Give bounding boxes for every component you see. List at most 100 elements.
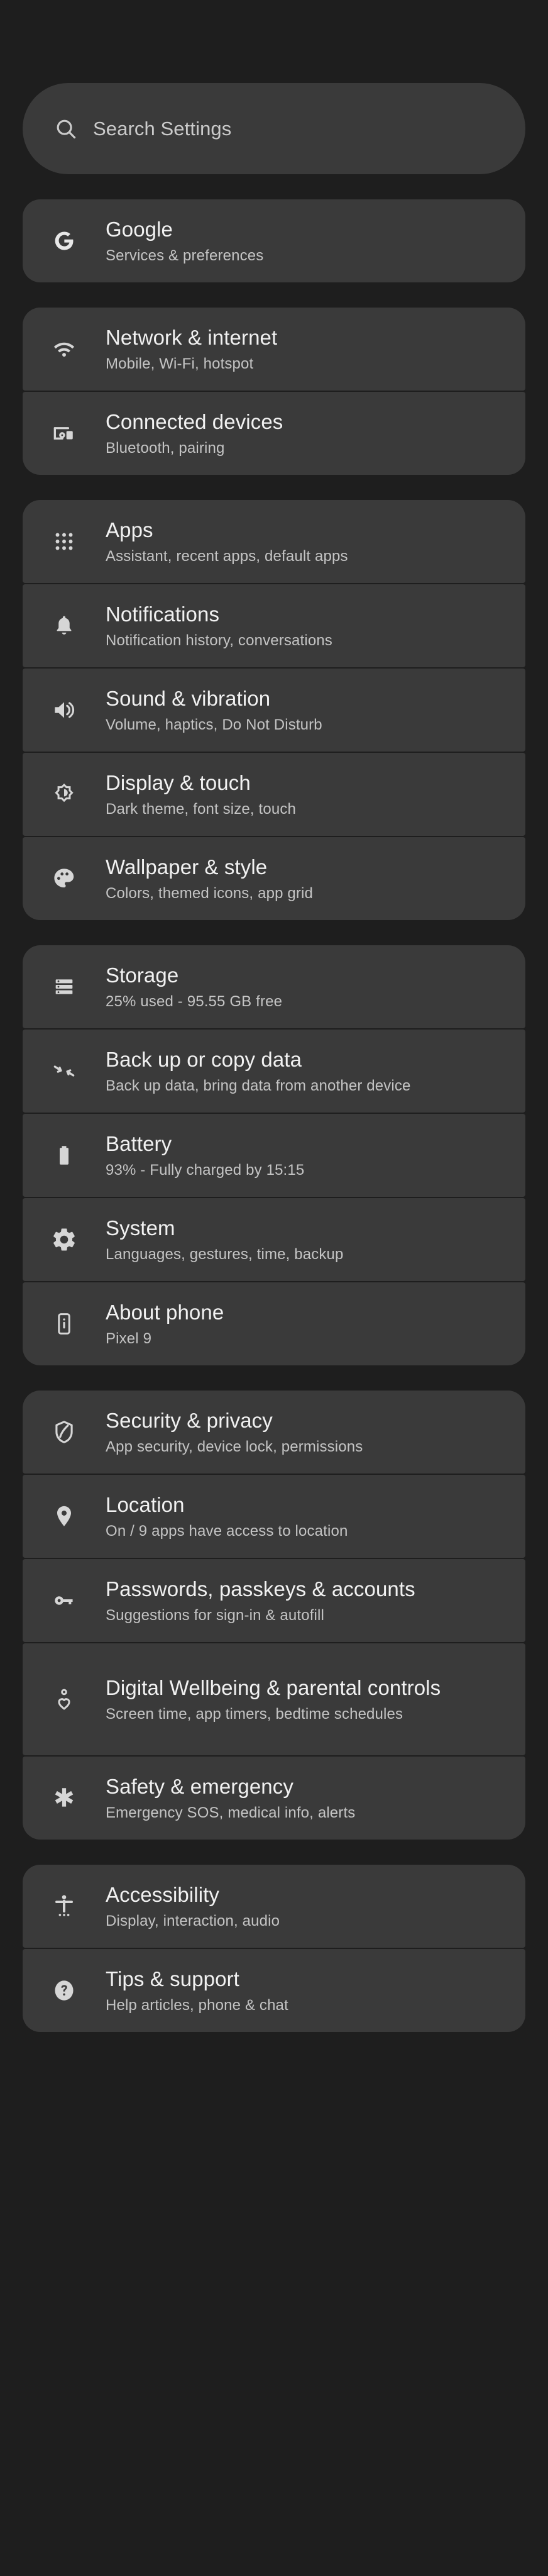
settings-row-safety-emergency[interactable]: Safety & emergency Emergency SOS, medica… [23,1757,525,1840]
settings-row-text: Tips & support Help articles, phone & ch… [106,1966,525,2016]
settings-row-text: Apps Assistant, recent apps, default app… [106,517,525,567]
settings-row-title: Passwords, passkeys & accounts [106,1577,415,1601]
settings-row-apps[interactable]: Apps Assistant, recent apps, default app… [23,500,525,583]
google-g-icon [23,227,106,255]
settings-row-title: Storage [106,963,179,987]
settings-row-notifications[interactable]: Notifications Notification history, conv… [23,584,525,667]
settings-row-title: Connected devices [106,409,283,433]
settings-row-passwords-passkeys-accounts[interactable]: Passwords, passkeys & accounts Suggestio… [23,1559,525,1642]
settings-row-tips-support[interactable]: Tips & support Help articles, phone & ch… [23,1949,525,2032]
search-bar[interactable]: Search Settings [23,83,525,174]
settings-row-text: Network & internet Mobile, Wi-Fi, hotspo… [106,325,525,374]
settings-row-title: Network & internet [106,325,278,349]
settings-row-google[interactable]: Google Services & preferences [23,199,525,282]
settings-row-title: Google [106,217,173,241]
settings-row-subtitle: Assistant, recent apps, default apps [106,547,348,565]
settings-row-text: Connected devices Bluetooth, pairing [106,409,525,458]
settings-row-subtitle: Emergency SOS, medical info, alerts [106,1804,356,1821]
help-circle-icon [23,1977,106,2004]
settings-row-subtitle: Notification history, conversations [106,631,332,649]
settings-group: Storage 25% used - 95.55 GB free Back up… [23,945,525,1365]
settings-row-digital-wellbeing[interactable]: Digital Wellbeing & parental controls Sc… [23,1643,525,1755]
palette-icon [23,865,106,892]
settings-row-title: Apps [106,518,153,541]
settings-row-title: Security & privacy [106,1408,273,1432]
settings-group: Network & internet Mobile, Wi-Fi, hotspo… [23,308,525,475]
settings-row-subtitle: Back up data, bring data from another de… [106,1077,411,1094]
settings-row-location[interactable]: Location On / 9 apps have access to loca… [23,1475,525,1558]
settings-row-display-touch[interactable]: Display & touch Dark theme, font size, t… [23,753,525,836]
settings-row-title: Location [106,1492,185,1516]
storage-icon [23,974,106,999]
settings-row-text: Storage 25% used - 95.55 GB free [106,962,525,1012]
battery-icon [23,1142,106,1169]
settings-row-text: Location On / 9 apps have access to loca… [106,1492,525,1541]
wifi-icon [23,335,106,363]
settings-row-storage[interactable]: Storage 25% used - 95.55 GB free [23,945,525,1028]
settings-row-subtitle: Dark theme, font size, touch [106,800,297,818]
settings-row-connected-devices[interactable]: Connected devices Bluetooth, pairing [23,392,525,475]
settings-row-sound-vibration[interactable]: Sound & vibration Volume, haptics, Do No… [23,669,525,752]
transfer-arrows-icon [23,1057,106,1085]
settings-row-text: Sound & vibration Volume, haptics, Do No… [106,686,525,735]
settings-row-title: Sound & vibration [106,686,271,710]
speaker-icon [23,696,106,724]
settings-row-system[interactable]: System Languages, gestures, time, backup [23,1198,525,1281]
location-pin-icon [23,1503,106,1530]
settings-row-text: Battery 93% - Fully charged by 15:15 [106,1131,525,1180]
accessibility-icon [23,1892,106,1920]
search-pill[interactable]: Search Settings [23,83,525,174]
settings-row-subtitle: On / 9 apps have access to location [106,1522,348,1540]
settings-row-subtitle: Screen time, app timers, bedtime schedul… [106,1705,403,1723]
connected-devices-icon [23,419,106,447]
key-icon [23,1587,106,1614]
settings-row-about-phone[interactable]: About phone Pixel 9 [23,1282,525,1365]
settings-row-security-privacy[interactable]: Security & privacy App security, device … [23,1391,525,1474]
settings-row-title: Battery [106,1131,172,1155]
settings-row-subtitle: Services & preferences [106,247,264,264]
settings-row-subtitle: Help articles, phone & chat [106,1996,288,2014]
phone-info-icon [23,1311,106,1337]
settings-row-accessibility[interactable]: Accessibility Display, interaction, audi… [23,1865,525,1948]
settings-group: Apps Assistant, recent apps, default app… [23,500,525,920]
settings-group: Security & privacy App security, device … [23,1391,525,1840]
settings-row-text: Wallpaper & style Colors, themed icons, … [106,854,525,904]
settings-list: Google Services & preferences Network & … [23,199,525,2032]
settings-row-title: Digital Wellbeing & parental controls [106,1675,441,1699]
settings-row-text: Accessibility Display, interaction, audi… [106,1882,525,1931]
settings-row-title: Accessibility [106,1882,220,1906]
shield-icon [23,1418,106,1446]
settings-row-text: Passwords, passkeys & accounts Suggestio… [106,1576,525,1626]
settings-row-backup-copy-data[interactable]: Back up or copy data Back up data, bring… [23,1030,525,1113]
settings-row-text: Display & touch Dark theme, font size, t… [106,770,525,819]
emergency-star-icon [23,1784,106,1812]
settings-row-battery[interactable]: Battery 93% - Fully charged by 15:15 [23,1114,525,1197]
settings-row-subtitle: Mobile, Wi-Fi, hotspot [106,355,254,372]
settings-row-subtitle: App security, device lock, permissions [106,1438,363,1455]
settings-row-title: Safety & emergency [106,1774,293,1798]
search-icon [54,117,78,141]
settings-row-subtitle: Languages, gestures, time, backup [106,1245,344,1263]
settings-row-text: Google Services & preferences [106,216,525,266]
brightness-icon [23,781,106,808]
settings-row-title: System [106,1216,175,1240]
settings-row-text: About phone Pixel 9 [106,1299,525,1349]
settings-row-subtitle: Colors, themed icons, app grid [106,884,313,902]
settings-row-text: Security & privacy App security, device … [106,1407,525,1457]
settings-group: Google Services & preferences [23,199,525,282]
settings-row-network-internet[interactable]: Network & internet Mobile, Wi-Fi, hotspo… [23,308,525,391]
settings-row-subtitle: Volume, haptics, Do Not Disturb [106,716,322,733]
settings-row-title: Notifications [106,602,220,626]
settings-row-title: Tips & support [106,1967,239,1990]
settings-row-title: Back up or copy data [106,1047,302,1071]
settings-group: Accessibility Display, interaction, audi… [23,1865,525,2032]
settings-row-text: System Languages, gestures, time, backup [106,1215,525,1265]
gear-icon [23,1226,106,1253]
settings-row-subtitle: 93% - Fully charged by 15:15 [106,1161,305,1179]
settings-row-title: About phone [106,1300,224,1324]
settings-row-text: Back up or copy data Back up data, bring… [106,1046,525,1096]
settings-row-wallpaper-style[interactable]: Wallpaper & style Colors, themed icons, … [23,837,525,920]
settings-row-text: Digital Wellbeing & parental controls Sc… [106,1675,525,1724]
search-input[interactable]: Search Settings [93,118,231,140]
settings-row-title: Wallpaper & style [106,855,268,879]
